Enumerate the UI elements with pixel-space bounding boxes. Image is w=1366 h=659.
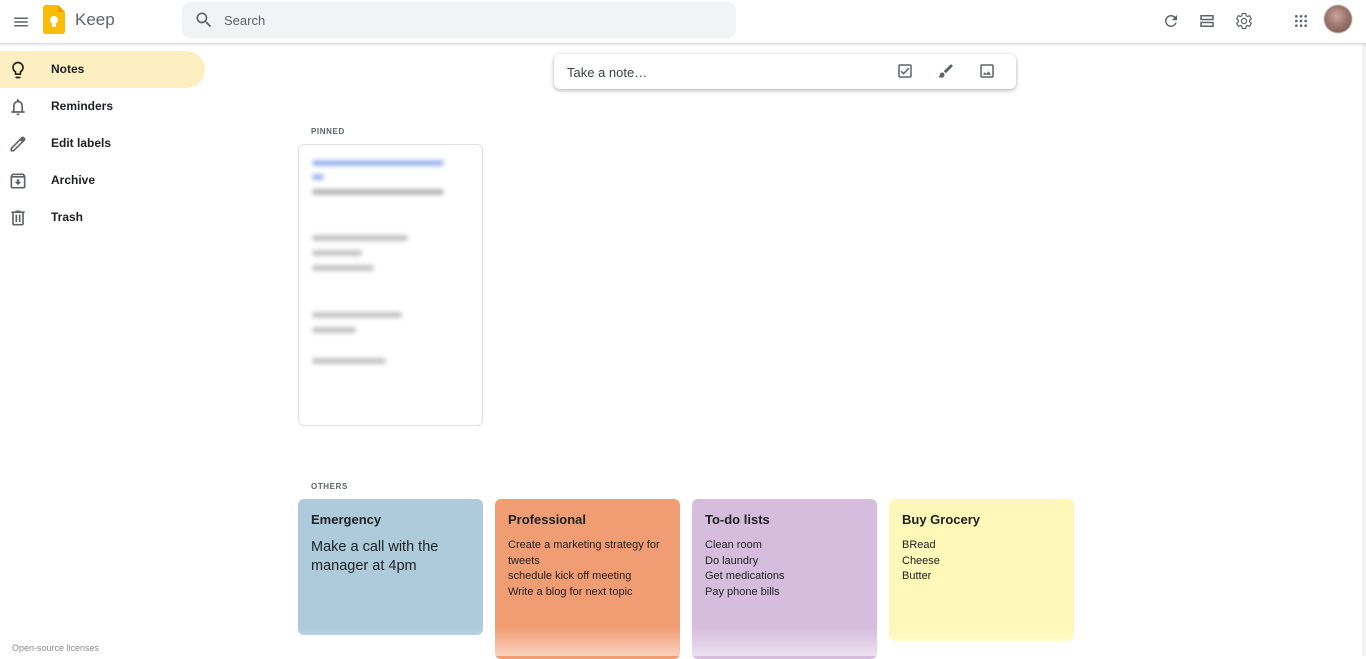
note-line: Cheese xyxy=(902,554,940,567)
note-title: To-do lists xyxy=(705,512,770,527)
note-card-professional[interactable]: Professional Create a marketing strategy… xyxy=(495,499,680,659)
search-bar[interactable] xyxy=(182,2,736,38)
note-title: Buy Grocery xyxy=(902,512,981,527)
sidebar-item-label: Archive xyxy=(51,173,96,187)
search-input[interactable] xyxy=(224,2,724,38)
bell-icon xyxy=(11,99,25,116)
note-line: Write a blog for next topic xyxy=(508,585,633,598)
new-list-button[interactable] xyxy=(895,61,915,81)
list-view-button[interactable] xyxy=(1193,7,1221,35)
apps-button[interactable] xyxy=(1287,7,1315,35)
note-body: Create a marketing strategy for tweets s… xyxy=(508,538,673,600)
note-card-todo[interactable]: To-do lists Clean room Do laundry Get me… xyxy=(692,499,877,659)
open-source-licenses-link[interactable]: Open-source licenses xyxy=(12,643,99,653)
note-body: Clean room Do laundry Get medications Pa… xyxy=(705,538,870,600)
keep-logo-icon[interactable] xyxy=(43,5,65,34)
hamburger-menu-icon xyxy=(14,17,28,27)
take-note-bar[interactable]: Take a note… xyxy=(554,54,1016,89)
sidebar-item-trash[interactable]: Trash xyxy=(0,199,205,236)
note-line: Clean room xyxy=(705,539,762,551)
note-title: Emergency xyxy=(311,512,382,527)
redacted-text xyxy=(312,358,386,364)
search-icon[interactable] xyxy=(194,10,214,30)
redacted-text xyxy=(312,327,356,333)
note-line: schedule kick off meeting xyxy=(508,570,632,582)
note-line: Butter xyxy=(902,570,932,582)
image-icon xyxy=(980,64,994,78)
redacted-text xyxy=(312,174,324,180)
note-card-grocery[interactable]: Buy Grocery BRead Cheese Butter xyxy=(889,499,1074,641)
checkbox-icon xyxy=(898,64,912,78)
note-line: Create a marketing strategy for tweets xyxy=(508,539,660,567)
redacted-text xyxy=(312,250,362,256)
app-title[interactable]: Keep xyxy=(75,10,115,30)
main-menu-button[interactable] xyxy=(4,5,38,39)
note-line: BRead xyxy=(902,539,936,551)
sidebar-item-reminders[interactable]: Reminders xyxy=(0,88,205,125)
pencil-icon xyxy=(10,136,26,152)
sidebar-item-label: Reminders xyxy=(51,99,114,113)
redacted-text xyxy=(312,265,374,271)
redacted-text xyxy=(312,189,444,195)
gear-icon xyxy=(1236,12,1252,30)
list-view-icon xyxy=(1200,15,1214,27)
pinned-note-card[interactable] xyxy=(298,144,483,426)
bottom-fade xyxy=(0,628,1366,656)
sidebar: Notes Reminders Edit labels Archive Tras… xyxy=(0,51,210,236)
note-title: Professional xyxy=(508,512,587,527)
pinned-section-label: PINNED xyxy=(311,127,345,136)
settings-button[interactable] xyxy=(1230,7,1258,35)
take-note-placeholder[interactable]: Take a note… xyxy=(567,65,647,80)
apps-grid-icon xyxy=(1295,15,1307,27)
note-body: Make a call with the manager at 4pm xyxy=(311,539,439,574)
note-card-emergency[interactable]: Emergency Make a call with the manager a… xyxy=(298,499,483,635)
sidebar-item-archive[interactable]: Archive xyxy=(0,162,205,199)
lightbulb-icon xyxy=(12,61,24,79)
redacted-text xyxy=(312,235,408,241)
refresh-button[interactable] xyxy=(1157,7,1185,35)
note-body: BRead Cheese Butter xyxy=(902,538,1067,585)
others-section-label: OTHERS xyxy=(311,482,348,491)
note-line: Do laundry xyxy=(705,554,759,567)
trash-icon xyxy=(11,210,25,226)
note-line: Get medications xyxy=(705,570,785,582)
archive-icon xyxy=(10,173,26,189)
refresh-icon xyxy=(1164,14,1177,27)
redacted-text xyxy=(312,312,402,318)
top-bar: Keep xyxy=(0,0,1366,44)
sidebar-item-notes[interactable]: Notes xyxy=(0,51,205,88)
sidebar-item-label: Notes xyxy=(51,62,85,76)
brush-icon xyxy=(938,64,953,78)
scrollbar[interactable] xyxy=(1362,44,1366,656)
note-line: Pay phone bills xyxy=(705,585,780,598)
account-avatar[interactable] xyxy=(1324,5,1352,33)
sidebar-item-label: Edit labels xyxy=(51,136,112,150)
new-drawing-button[interactable] xyxy=(936,61,956,81)
sidebar-item-edit-labels[interactable]: Edit labels xyxy=(0,125,205,162)
new-image-button[interactable] xyxy=(977,61,997,81)
sidebar-item-label: Trash xyxy=(51,210,84,224)
redacted-text xyxy=(312,160,444,166)
